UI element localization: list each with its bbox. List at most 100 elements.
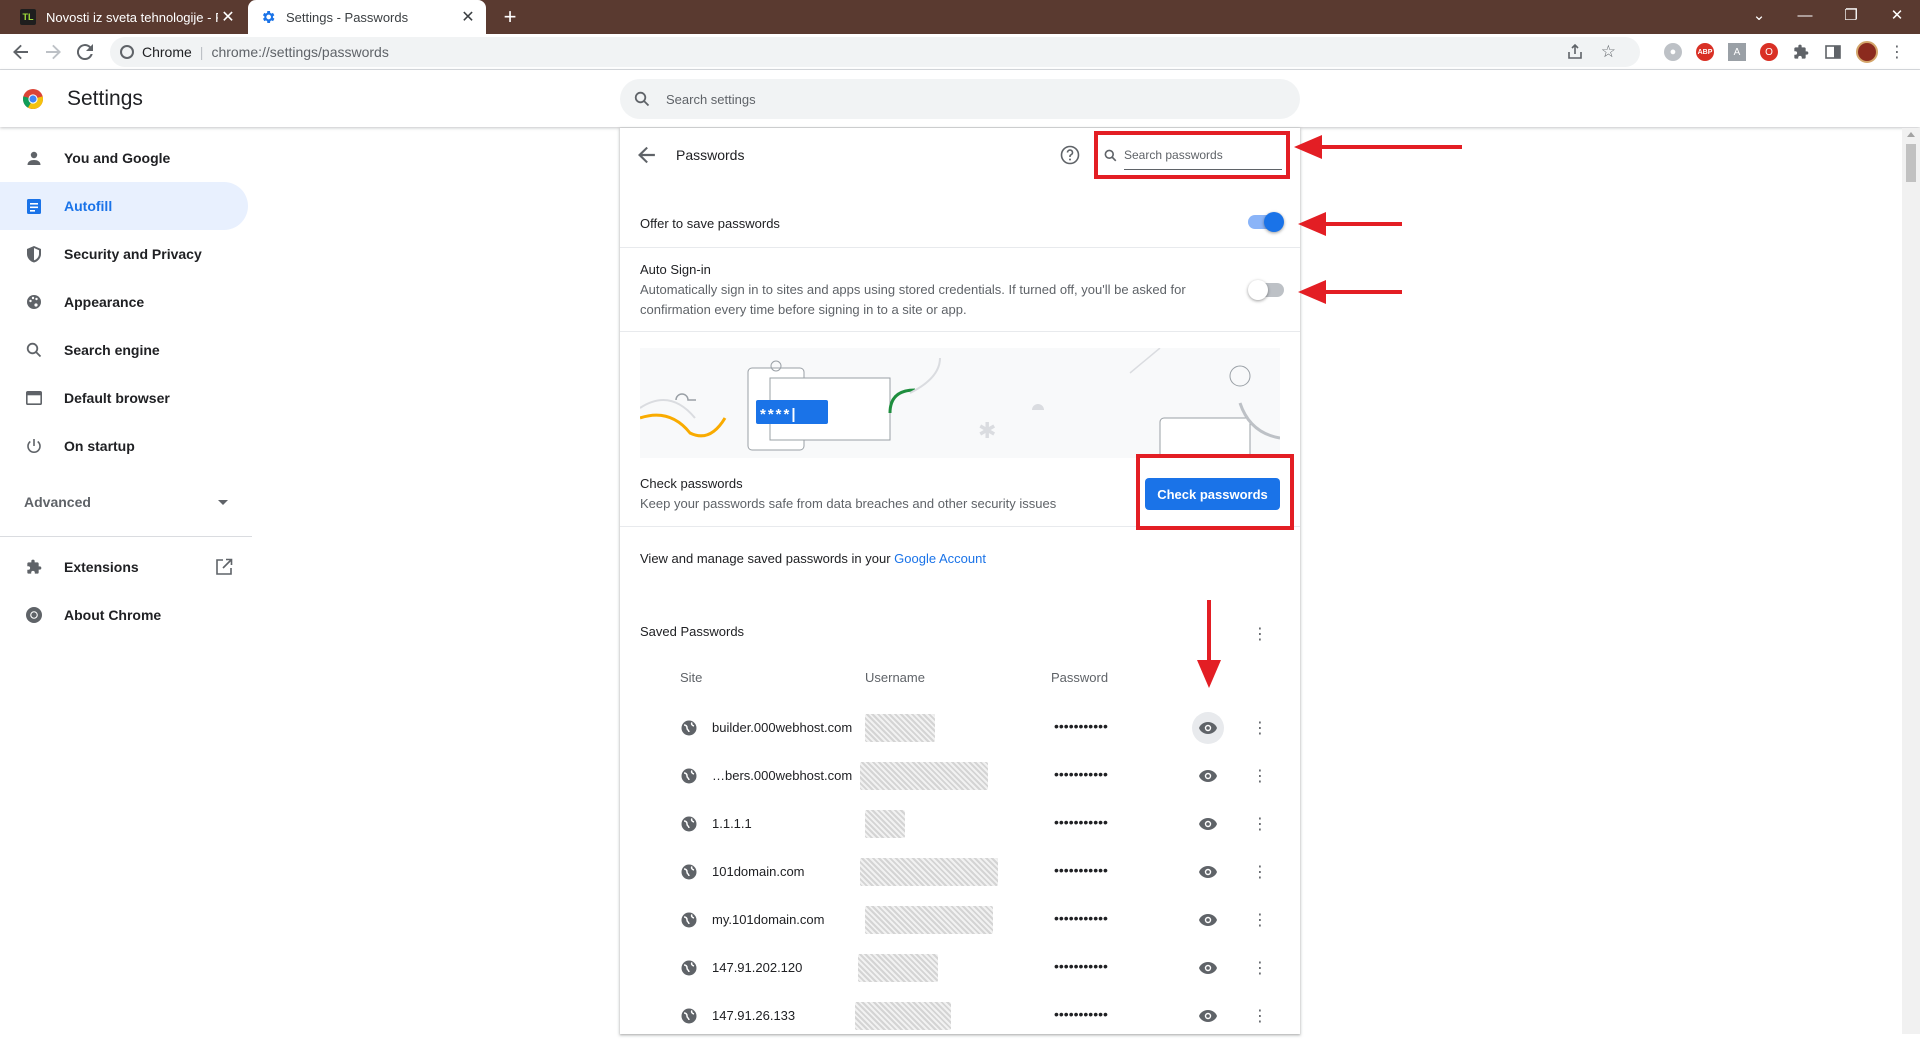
password-site[interactable]: my.101domain.com bbox=[712, 912, 824, 927]
close-window-button[interactable]: ✕ bbox=[1874, 0, 1920, 30]
back-arrow-button[interactable] bbox=[638, 146, 658, 166]
settings-search-input[interactable]: Search settings bbox=[620, 79, 1300, 119]
show-password-eye-icon[interactable] bbox=[1192, 904, 1224, 936]
sidebar-item-appearance[interactable]: Appearance bbox=[0, 278, 248, 326]
auto-signin-toggle[interactable] bbox=[1248, 280, 1284, 300]
annotation-box-check-button bbox=[1136, 454, 1294, 530]
reload-button[interactable] bbox=[70, 37, 100, 67]
sidebar-item-autofill[interactable]: Autofill bbox=[0, 182, 248, 230]
forward-button[interactable] bbox=[38, 37, 68, 67]
tab-settings-passwords[interactable]: Settings - Passwords ✕ bbox=[248, 0, 486, 34]
show-password-eye-icon[interactable] bbox=[1192, 856, 1224, 888]
open-in-new-icon bbox=[215, 558, 233, 576]
password-row[interactable]: builder.000webhost.com ••••••••••• ⋮ bbox=[620, 704, 1300, 752]
adblock-icon[interactable]: ABP bbox=[1696, 43, 1714, 61]
sidebar-item-extensions[interactable]: Extensions bbox=[0, 543, 248, 591]
url-text[interactable]: chrome://settings/passwords bbox=[211, 44, 388, 60]
globe-icon bbox=[680, 911, 698, 929]
chrome-outline-icon bbox=[24, 605, 44, 625]
browser-toolbar: Chrome | chrome://settings/passwords ☆ ●… bbox=[0, 34, 1920, 70]
password-row[interactable]: …bers.000webhost.com ••••••••••• ⋮ bbox=[620, 752, 1300, 800]
minimize-button[interactable]: — bbox=[1782, 0, 1828, 30]
browser-icon bbox=[24, 388, 44, 408]
sidebar-item-you-and-google[interactable]: You and Google bbox=[0, 134, 248, 182]
more-actions-icon[interactable]: ⋮ bbox=[1244, 856, 1276, 888]
divider bbox=[620, 247, 1300, 248]
new-tab-button[interactable]: + bbox=[497, 4, 523, 30]
password-row[interactable]: 1.1.1.1 ••••••••••• ⋮ bbox=[620, 800, 1300, 848]
show-password-eye-icon[interactable] bbox=[1192, 760, 1224, 792]
show-password-eye-icon[interactable] bbox=[1192, 712, 1224, 744]
sidebar-item-label: Search engine bbox=[64, 342, 160, 358]
show-password-eye-icon[interactable] bbox=[1192, 1000, 1224, 1032]
scroll-thumb[interactable] bbox=[1906, 144, 1916, 182]
show-password-eye-icon[interactable] bbox=[1192, 952, 1224, 984]
sidebar-item-label: You and Google bbox=[64, 150, 171, 166]
password-masked: ••••••••••• bbox=[1054, 958, 1108, 974]
password-row[interactable]: 101domain.com ••••••••••• ⋮ bbox=[620, 848, 1300, 896]
close-icon[interactable]: ✕ bbox=[218, 7, 238, 27]
password-masked: ••••••••••• bbox=[1054, 1006, 1108, 1022]
avatar[interactable] bbox=[1856, 41, 1878, 63]
password-site[interactable]: 101domain.com bbox=[712, 864, 805, 879]
tab-novosti[interactable]: TL Novosti iz sveta tehnologije - Pa ✕ bbox=[10, 0, 246, 34]
password-site[interactable]: 1.1.1.1 bbox=[712, 816, 752, 831]
chrome-site-icon[interactable] bbox=[120, 45, 134, 59]
address-bar[interactable]: Chrome | chrome://settings/passwords ☆ bbox=[110, 37, 1640, 67]
column-header-site: Site bbox=[680, 670, 703, 685]
password-site[interactable]: 147.91.26.133 bbox=[712, 1008, 795, 1023]
sidebar-advanced[interactable]: Advanced bbox=[0, 478, 248, 526]
more-actions-icon[interactable]: ⋮ bbox=[1244, 952, 1276, 984]
password-site[interactable]: …bers.000webhost.com bbox=[712, 768, 852, 783]
more-menu-icon[interactable]: ⋮ bbox=[1888, 43, 1906, 61]
show-password-eye-icon[interactable] bbox=[1192, 808, 1224, 840]
sidebar-item-about-chrome[interactable]: About Chrome bbox=[0, 591, 248, 639]
more-actions-icon[interactable]: ⋮ bbox=[1244, 760, 1276, 792]
side-panel-icon[interactable] bbox=[1824, 43, 1842, 61]
sidebar-item-label: On startup bbox=[64, 438, 135, 454]
column-header-username: Username bbox=[865, 670, 925, 685]
close-icon[interactable]: ✕ bbox=[458, 7, 478, 27]
more-actions-icon[interactable]: ⋮ bbox=[1244, 1000, 1276, 1032]
username-redacted bbox=[855, 1002, 951, 1030]
scroll-up-arrow-icon[interactable] bbox=[1907, 132, 1915, 137]
google-account-link[interactable]: Google Account bbox=[894, 551, 986, 566]
check-passwords-title: Check passwords bbox=[640, 476, 743, 491]
opera-extension-icon[interactable]: O bbox=[1760, 43, 1778, 61]
palette-icon bbox=[24, 292, 44, 312]
autofill-icon bbox=[24, 196, 44, 216]
extension-grey-icon[interactable]: ● bbox=[1664, 43, 1682, 61]
sidebar-item-label: Extensions bbox=[64, 559, 139, 575]
more-actions-icon[interactable]: ⋮ bbox=[1244, 808, 1276, 840]
manage-text: View and manage saved passwords in your bbox=[640, 551, 895, 566]
bookmark-star-icon[interactable]: ☆ bbox=[1601, 42, 1616, 62]
back-button[interactable] bbox=[6, 37, 36, 67]
sidebar-item-label: About Chrome bbox=[64, 607, 162, 623]
page-scrollbar[interactable] bbox=[1902, 128, 1920, 1034]
restore-button[interactable]: ❐ bbox=[1828, 0, 1874, 30]
extensions-puzzle-icon[interactable] bbox=[1792, 43, 1810, 61]
password-site[interactable]: builder.000webhost.com bbox=[712, 720, 852, 735]
sidebar-item-label: Security and Privacy bbox=[64, 246, 202, 262]
password-row[interactable]: my.101domain.com ••••••••••• ⋮ bbox=[620, 896, 1300, 944]
saved-passwords-more-icon[interactable]: ⋮ bbox=[1244, 618, 1276, 650]
sidebar-item-search-engine[interactable]: Search engine bbox=[0, 326, 248, 374]
tab-search-chevron-icon[interactable]: ⌄ bbox=[1736, 0, 1782, 30]
settings-header: Settings Search settings bbox=[0, 70, 1920, 127]
password-row[interactable]: 147.91.202.120 ••••••••••• ⋮ bbox=[620, 944, 1300, 992]
sidebar-item-default-browser[interactable]: Default browser bbox=[0, 374, 248, 422]
offer-to-save-toggle[interactable] bbox=[1248, 212, 1284, 232]
password-row[interactable]: 147.91.26.133 ••••••••••• ⋮ bbox=[620, 992, 1300, 1040]
password-site[interactable]: 147.91.202.120 bbox=[712, 960, 802, 975]
more-actions-icon[interactable]: ⋮ bbox=[1244, 904, 1276, 936]
sidebar-item-on-startup[interactable]: On startup bbox=[0, 422, 248, 470]
pdf-extension-icon[interactable]: A bbox=[1728, 43, 1746, 61]
password-masked: ••••••••••• bbox=[1054, 910, 1108, 926]
username-redacted bbox=[865, 714, 935, 742]
chrome-logo-icon bbox=[22, 88, 44, 110]
password-masked: ••••••••••• bbox=[1054, 718, 1108, 734]
more-actions-icon[interactable]: ⋮ bbox=[1244, 712, 1276, 744]
share-icon[interactable] bbox=[1566, 43, 1584, 61]
sidebar-item-security[interactable]: Security and Privacy bbox=[0, 230, 248, 278]
help-icon[interactable] bbox=[1060, 145, 1080, 165]
